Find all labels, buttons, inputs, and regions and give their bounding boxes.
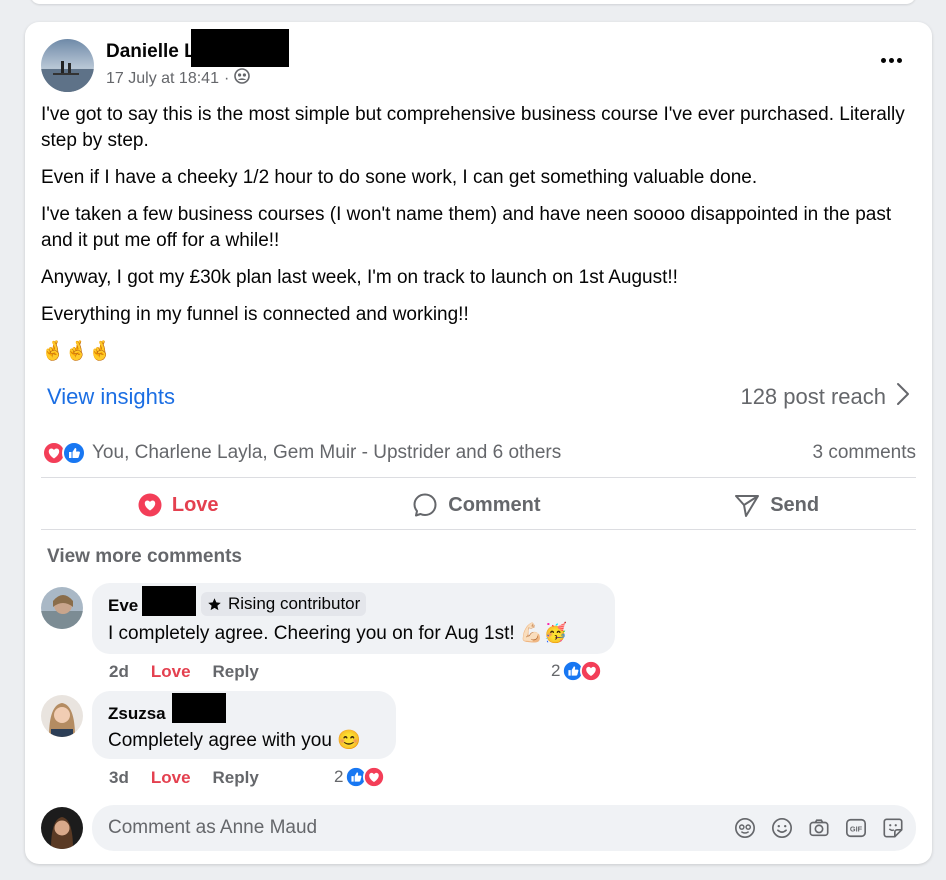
current-user-avatar[interactable] (41, 807, 83, 849)
reactions-summary-text: You, Charlene Layla, Gem Muir - Upstride… (92, 442, 562, 463)
post-reach[interactable]: 128 post reach (740, 382, 910, 412)
star-icon (208, 597, 221, 610)
commenter-name[interactable]: Zsuzsa (108, 704, 166, 724)
previous-card-edge (30, 0, 916, 4)
divider (41, 529, 916, 530)
badge-label: Rising contributor (228, 594, 361, 613)
commenter-avatar[interactable] (41, 695, 83, 737)
post-paragraph: Anyway, I got my £30k plan last week, I'… (41, 267, 678, 288)
comment-love-button[interactable]: Love (151, 662, 191, 682)
view-insights-link[interactable]: View insights (47, 384, 175, 410)
comment-text: Completely agree with you 😊 (108, 730, 361, 751)
comment-button-label: Comment (448, 493, 541, 516)
send-button[interactable]: Send (734, 492, 819, 518)
reaction-icons (42, 441, 86, 465)
comment-icon (413, 493, 437, 517)
comment-reaction-count: 2 (551, 661, 561, 680)
gif-icon[interactable]: GIF (845, 817, 867, 839)
comments-count[interactable]: 3 comments (813, 442, 916, 464)
view-more-comments-link[interactable]: View more comments (47, 546, 242, 568)
redaction-block (142, 586, 196, 616)
comment-reply-button[interactable]: Reply (213, 662, 259, 682)
post-paragraph: Even if I have a cheeky 1/2 hour to do s… (41, 167, 758, 188)
love-button[interactable]: Love (138, 493, 219, 517)
comment-time[interactable]: 2d (109, 662, 129, 682)
post-card: Danielle L 17 July at 18:41 · I've got t… (25, 22, 932, 864)
love-reaction-icon (363, 766, 386, 788)
post-paragraph: I've got to say this is the most simple … (41, 104, 905, 151)
comment-reaction-count: 2 (334, 767, 344, 786)
friends-icon[interactable] (234, 68, 251, 89)
post-actions: Love Comment Send (41, 485, 916, 525)
divider (41, 477, 916, 478)
comment-reactions[interactable]: 2 (551, 660, 603, 682)
crossed-fingers-emoji: 🤞🤞🤞 (41, 341, 112, 362)
author-name[interactable]: Danielle L (106, 41, 196, 63)
comment-actions: 3d Love Reply (109, 768, 259, 788)
redaction-block (191, 29, 289, 67)
chevron-right-icon (896, 382, 910, 412)
reactions-summary[interactable]: You, Charlene Layla, Gem Muir - Upstride… (42, 441, 561, 465)
comment-text: I completely agree. Cheering you on for … (108, 623, 568, 644)
comment-button[interactable]: Comment (412, 492, 541, 518)
camera-icon[interactable] (808, 817, 830, 839)
avatar-sticker-icon[interactable] (734, 817, 756, 839)
post-timestamp[interactable]: 17 July at 18:41 (106, 70, 219, 88)
comment-composer: GIF (92, 805, 916, 851)
commenter-name[interactable]: Eve (108, 596, 138, 616)
send-icon (735, 495, 760, 517)
comment-reactions[interactable]: 2 (334, 766, 386, 788)
send-button-label: Send (770, 493, 820, 516)
love-icon (138, 493, 162, 517)
composer-icons: GIF (734, 817, 904, 839)
insights-row: View insights 128 post reach (47, 382, 910, 412)
sticker-icon[interactable] (882, 817, 904, 839)
love-button-label: Love (171, 493, 219, 516)
post-paragraph: Everything in my funnel is connected and… (41, 304, 469, 325)
comment-love-button[interactable]: Love (151, 768, 191, 788)
comment-reply-button[interactable]: Reply (213, 768, 259, 788)
love-reaction-icon (580, 660, 603, 682)
redaction-block (172, 693, 226, 723)
reactions-row: You, Charlene Layla, Gem Muir - Upstride… (42, 440, 916, 466)
post-paragraph: I've taken a few business courses (I won… (41, 204, 892, 251)
meta-separator: · (223, 69, 230, 87)
post-reach-label: 128 post reach (740, 384, 886, 409)
svg-text:GIF: GIF (850, 825, 863, 834)
like-reaction-icon (62, 441, 86, 465)
rising-contributor-badge: Rising contributor (201, 592, 367, 616)
comment-time[interactable]: 3d (109, 768, 129, 788)
post-meta: 17 July at 18:41 · (106, 68, 251, 89)
more-options-icon[interactable] (878, 50, 904, 70)
author-avatar[interactable] (41, 39, 94, 92)
commenter-avatar[interactable] (41, 587, 83, 629)
comment-input[interactable] (108, 805, 708, 851)
emoji-icon[interactable] (771, 817, 793, 839)
post-body: I've got to say this is the most simple … (41, 102, 911, 365)
comment-actions: 2d Love Reply (109, 662, 259, 682)
